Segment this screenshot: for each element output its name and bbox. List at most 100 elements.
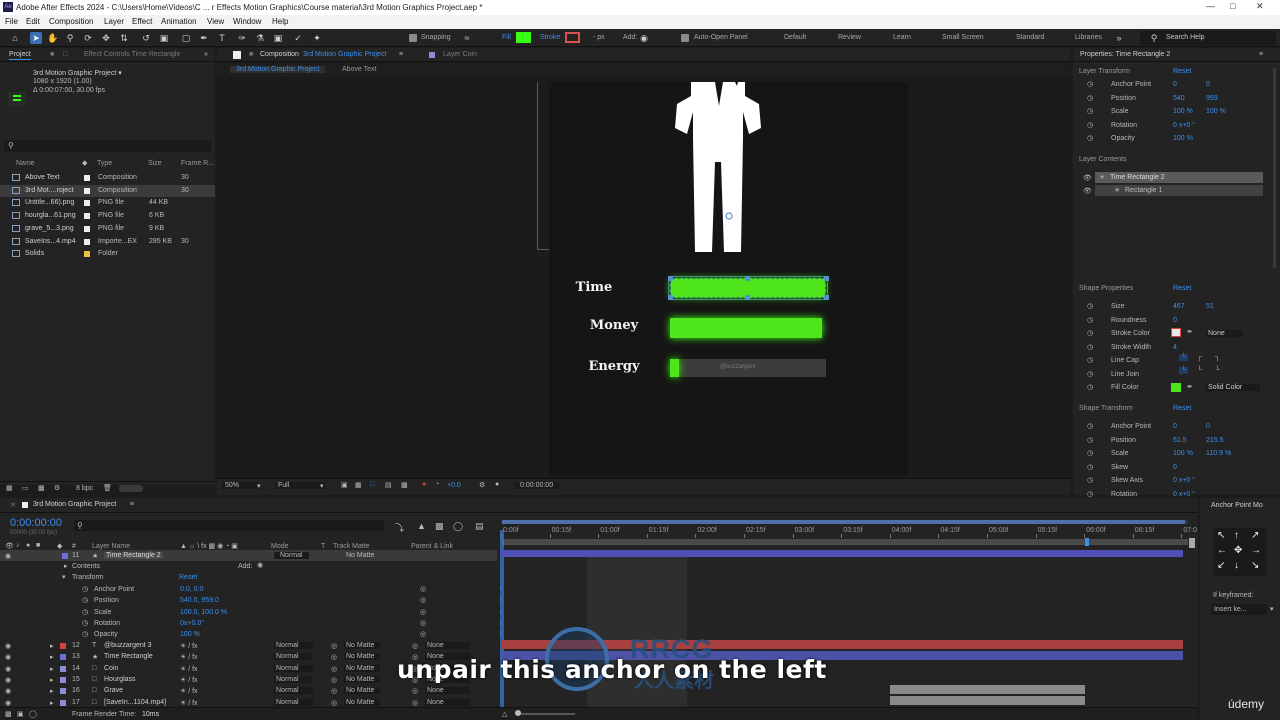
stopwatch-icon[interactable]: ◷ (1087, 121, 1093, 129)
transform-reset[interactable]: Reset (179, 574, 197, 581)
layer-parent-dropdown[interactable]: None (425, 687, 470, 695)
channel-icon[interactable]: ▩ (401, 481, 408, 489)
exposure-value[interactable]: +0.0 (447, 482, 461, 489)
anchor-bottom-left-icon[interactable]: ↙ (1217, 560, 1225, 571)
work-area-end-handle[interactable] (1085, 538, 1089, 546)
stopwatch-icon[interactable]: ◷ (1087, 356, 1093, 364)
region-of-interest-icon[interactable]: ▣ (341, 481, 348, 489)
track-matte-icon[interactable]: ◎ (331, 676, 337, 684)
menu-effect[interactable]: Effect (132, 17, 152, 26)
interpret-footage-icon[interactable]: ▦ (6, 484, 13, 492)
prop-value-2[interactable]: None (1206, 330, 1243, 337)
work-area-bar[interactable] (502, 520, 1188, 524)
resolution-dropdown[interactable]: Full (275, 482, 326, 489)
minimize-icon[interactable]: — (1206, 1, 1215, 11)
layer-switches[interactable]: ☀ / fx (180, 687, 198, 695)
track-matte-icon[interactable]: ◎ (331, 653, 337, 661)
prop-value-2[interactable]: 215.5 (1206, 437, 1224, 444)
fill-color-swatch[interactable] (516, 32, 531, 43)
eye-icon[interactable]: ◉ (5, 665, 11, 673)
timeline-search-input[interactable]: ⚲ (74, 520, 384, 531)
pen-tool-icon[interactable]: ✒ (198, 32, 210, 44)
stopwatch-icon[interactable]: ◷ (1087, 490, 1093, 498)
prop-value-2[interactable]: 0 (1206, 423, 1210, 430)
insert-keyframe-dropdown[interactable]: Insert ke... (1211, 604, 1267, 615)
viewer-menu-icon[interactable]: ≡ (399, 51, 403, 58)
pickwhip-icon[interactable]: ◎ (412, 699, 418, 707)
chevron-right-icon[interactable]: ▸ (50, 665, 54, 673)
viewer-timecode[interactable]: 0:00:00:00 (514, 482, 560, 489)
stopwatch-icon[interactable]: ◷ (82, 596, 88, 604)
col-type[interactable]: Type (97, 160, 112, 167)
transform-prop-value[interactable]: 100 % (180, 631, 200, 638)
close-tab-icon[interactable]: ✕ (10, 501, 16, 509)
layer-parent-dropdown[interactable]: None (425, 698, 470, 706)
layer-switches[interactable]: ☀ / fx (180, 699, 198, 707)
eye-icon[interactable]: ◉ (5, 552, 11, 560)
prop-value-1[interactable]: 0 x+0 ° (1173, 477, 1195, 484)
prop-value-1[interactable]: 61.5 (1173, 437, 1187, 444)
pickwhip-icon[interactable]: ◎ (420, 608, 426, 616)
panel-overflow-icon[interactable]: » (204, 51, 208, 58)
transparency-grid-icon[interactable]: ▦ (355, 481, 362, 489)
col-size[interactable]: Size (148, 160, 162, 167)
stopwatch-icon[interactable]: ◷ (1087, 383, 1093, 391)
pickwhip-icon[interactable]: ◎ (420, 619, 426, 627)
chevron-right-icon[interactable]: ▸ (64, 562, 68, 570)
hand-tool-icon[interactable]: ✋ (47, 32, 59, 44)
tab-composition-name[interactable]: 3rd Motion Graphic Project (303, 51, 386, 58)
prop-value-1[interactable]: 0 (1173, 464, 1177, 471)
stopwatch-icon[interactable]: ◷ (1087, 476, 1093, 484)
stopwatch-icon[interactable]: ◷ (1087, 134, 1093, 142)
prop-value-2[interactable]: 110.9 % (1206, 450, 1231, 457)
menu-help[interactable]: Help (272, 17, 288, 26)
prop-value-1[interactable]: 0 x+0 ° (1173, 122, 1195, 129)
pan-tool-icon[interactable]: ✥ (100, 32, 112, 44)
timeline-scrollbar-thumb[interactable] (1189, 538, 1195, 548)
timeline-zoom-thumb[interactable] (515, 710, 521, 716)
layer-name[interactable]: Time Rectangle (104, 653, 153, 660)
settings-icon[interactable]: ⚙ (54, 484, 60, 492)
menu-edit[interactable]: Edit (26, 17, 40, 26)
tab-layer-coin[interactable]: Layer Coin (443, 51, 477, 58)
track-matte-icon[interactable]: ◎ (331, 687, 337, 695)
tab-effect-controls[interactable]: Effect Controls Time Rectangle (84, 51, 180, 58)
pan-behind-tool-icon[interactable]: ▣ (158, 32, 170, 44)
col-name[interactable]: Name (16, 160, 35, 167)
handle-icon[interactable] (745, 295, 750, 300)
stroke-width-px[interactable]: - px (593, 34, 605, 41)
anchor-left-icon[interactable]: ← (1217, 545, 1227, 556)
prop-value-2[interactable]: 0 (1206, 81, 1210, 88)
new-comp-icon[interactable]: ▩ (38, 484, 45, 492)
toggle-render-time-icon[interactable]: ◯ (29, 710, 37, 718)
menu-layer[interactable]: Layer (104, 17, 124, 26)
toggle-modes-icon[interactable]: ▣ (17, 710, 24, 718)
shape-properties-reset[interactable]: Reset (1173, 285, 1191, 292)
chevron-right-icon[interactable]: ▸ (50, 687, 54, 695)
graph-editor-icon[interactable]: ▤ (475, 521, 484, 532)
prop-value-1[interactable]: 467 (1173, 303, 1185, 310)
properties-scrollbar[interactable] (1273, 68, 1276, 268)
prop-value-1[interactable]: 100 % (1173, 108, 1193, 115)
stopwatch-icon[interactable]: ◷ (1087, 107, 1093, 115)
stopwatch-icon[interactable]: ◷ (82, 608, 88, 616)
eyedropper-icon[interactable]: ✒ (1187, 328, 1193, 336)
layer-matte-dropdown[interactable]: No Matte (344, 653, 381, 661)
comp-flowchart-icon[interactable]: ⤵ (395, 521, 404, 534)
layer-matte-dropdown[interactable]: No Matte (344, 687, 381, 695)
lock-icon[interactable]: ■ (249, 51, 253, 58)
layer-matte-dropdown[interactable]: No Matte (344, 698, 381, 706)
add-icon[interactable]: ◉ (638, 32, 650, 44)
pickwhip-icon[interactable]: ◎ (420, 596, 426, 604)
stopwatch-icon[interactable]: ◷ (1087, 316, 1093, 324)
layer-name[interactable]: Time Rectangle 2 (104, 552, 163, 559)
selection-tool-icon[interactable]: ➤ (30, 32, 42, 44)
prop-value-2[interactable]: 51 (1206, 303, 1214, 310)
bit-depth[interactable]: 8 bpc (76, 485, 93, 492)
layer-row-selected[interactable]: ◉ 11 ★ Time Rectangle 2 Normal No Matte (0, 550, 497, 561)
workspace-libraries[interactable]: Libraries (1075, 34, 1102, 41)
stopwatch-icon[interactable]: ◷ (1087, 370, 1093, 378)
tab-timeline[interactable]: 3rd Motion Graphic Project (33, 501, 116, 508)
zoom-dropdown[interactable]: 50% (222, 482, 260, 489)
handle-icon[interactable] (824, 276, 829, 281)
